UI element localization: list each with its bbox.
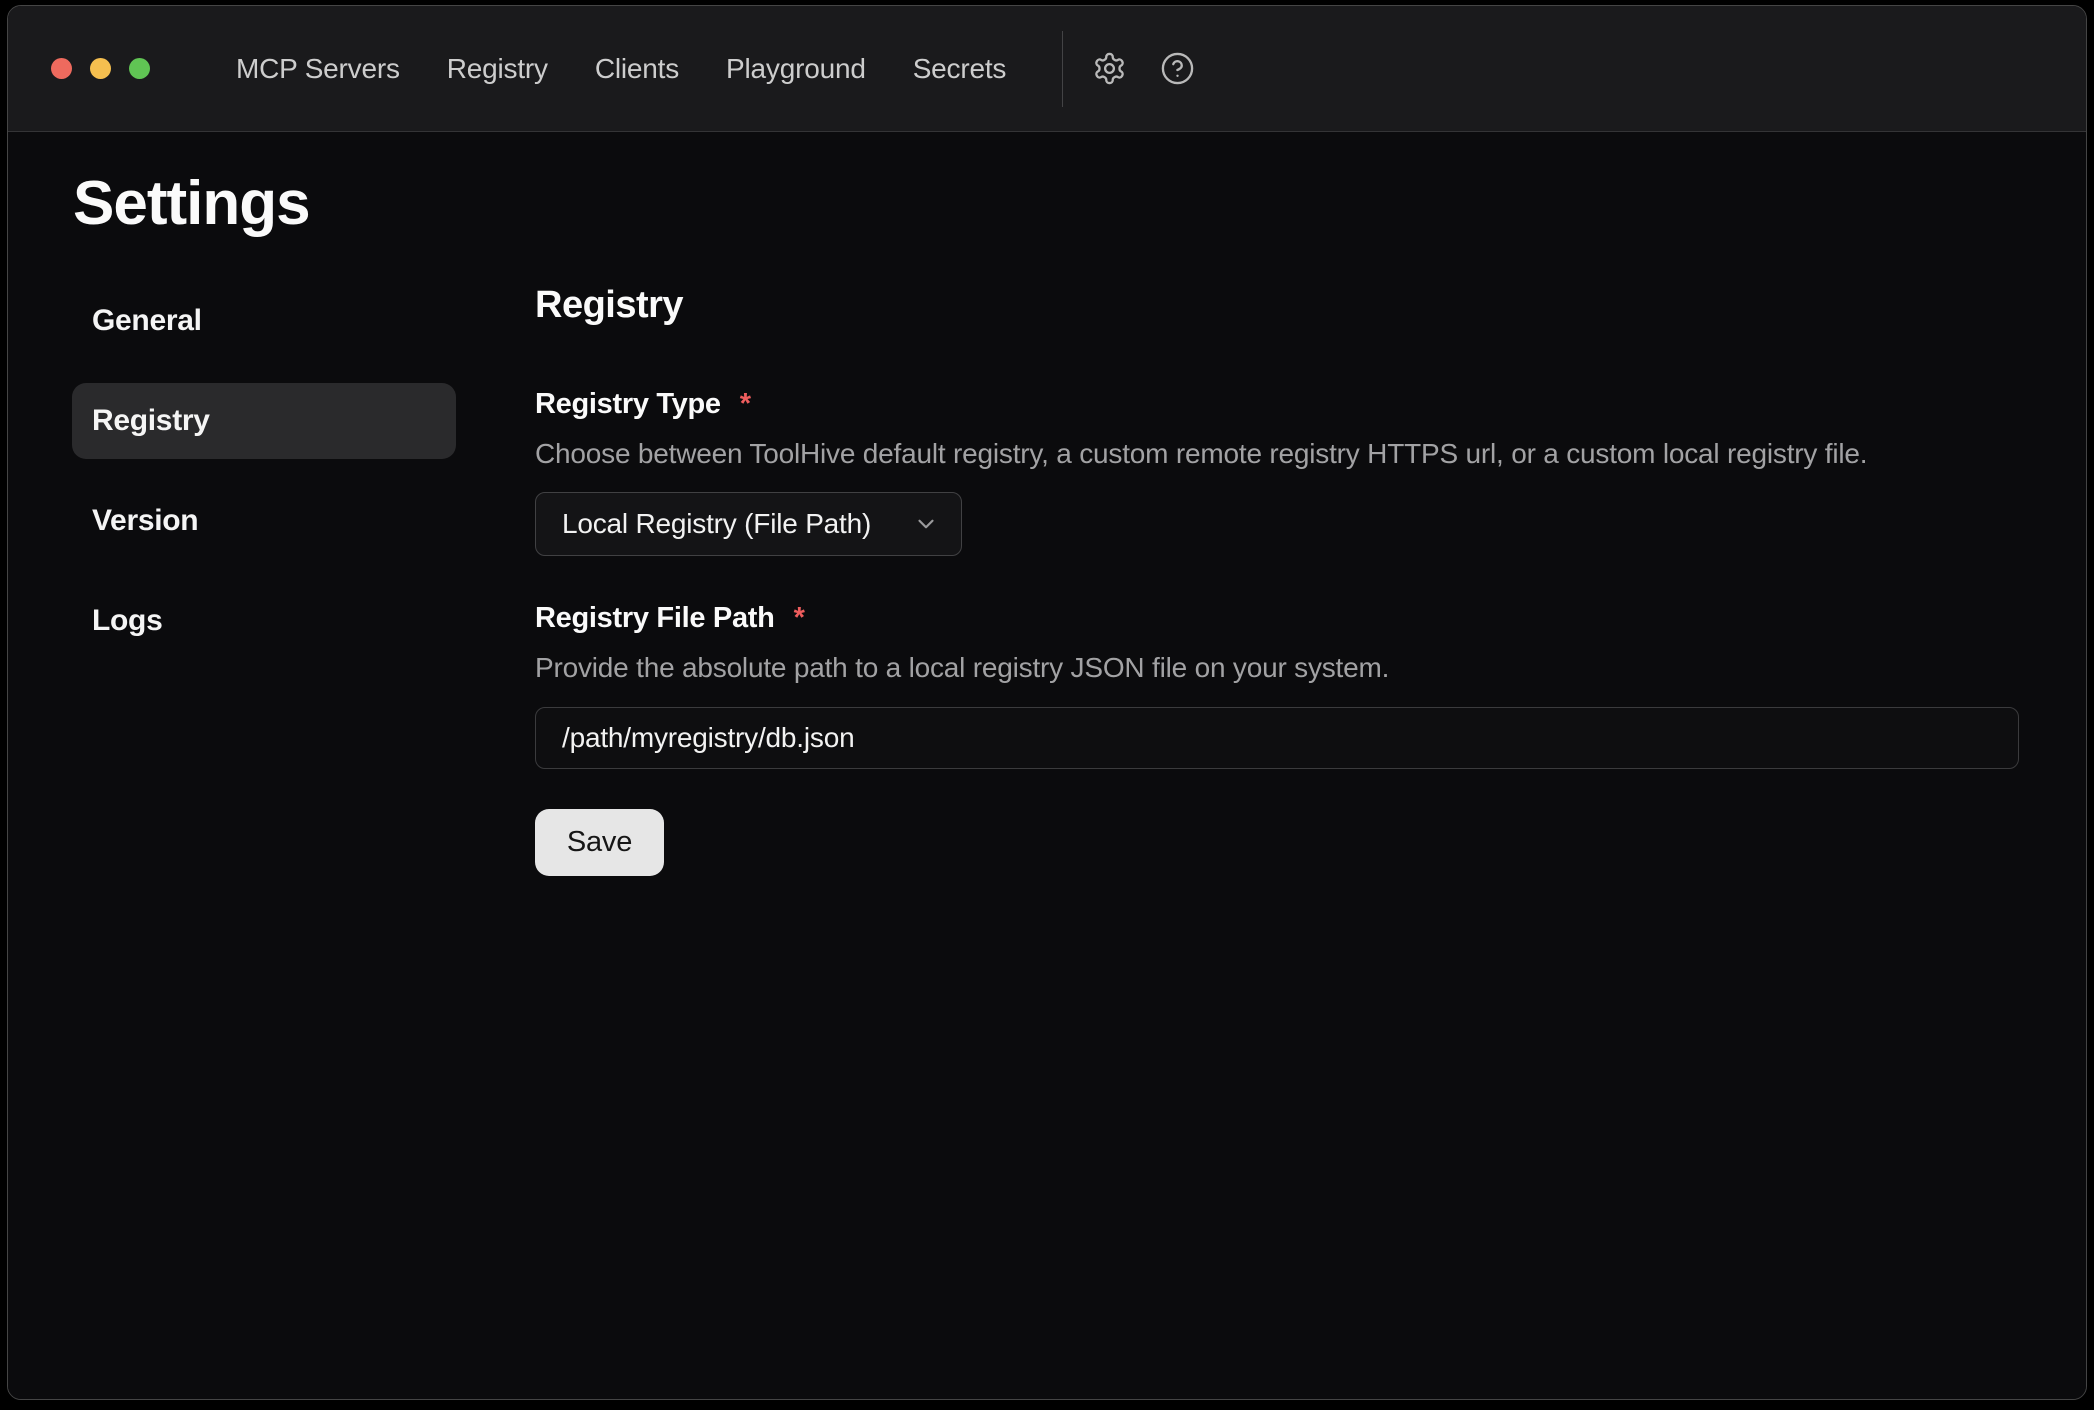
registry-type-label: Registry Type [535,386,721,422]
nav-item-secrets[interactable]: Secrets [913,53,1007,85]
registry-file-path-label: Registry File Path [535,600,775,636]
registry-type-select-value: Local Registry (File Path) [562,508,871,540]
topbar-divider [1062,31,1063,107]
settings-button[interactable] [1089,49,1129,89]
section-title: Registry [535,283,2026,329]
nav-item-mcp-servers[interactable]: MCP Servers [236,53,400,85]
sidebar-item-registry[interactable]: Registry [72,383,456,459]
minimize-window-button[interactable] [90,58,111,79]
registry-file-path-description: Provide the absolute path to a local reg… [535,650,2026,686]
settings-page: Settings General Registry Version Logs R… [8,132,2086,1399]
nav-item-playground[interactable]: Playground [726,53,866,85]
settings-sidebar: General Registry Version Logs [72,283,456,659]
sidebar-item-version[interactable]: Version [72,483,456,559]
app-window: MCP Servers Registry Clients Playground … [7,5,2087,1400]
help-circle-icon [1160,51,1195,86]
close-window-button[interactable] [51,58,72,79]
registry-file-path-input[interactable] [535,707,2019,769]
sidebar-item-general[interactable]: General [72,283,456,359]
registry-settings-panel: Registry Registry Type * Choose between … [535,283,2026,876]
sidebar-item-logs[interactable]: Logs [72,583,456,659]
titlebar: MCP Servers Registry Clients Playground … [8,6,2086,132]
nav-item-clients[interactable]: Clients [595,53,679,85]
registry-file-path-label-row: Registry File Path * [535,600,2026,636]
help-button[interactable] [1157,49,1197,89]
registry-type-label-row: Registry Type * [535,386,2026,422]
save-button[interactable]: Save [535,809,664,876]
chevron-down-icon [913,511,939,537]
registry-type-description: Choose between ToolHive default registry… [535,436,2026,472]
nav-item-registry[interactable]: Registry [447,53,548,85]
zoom-window-button[interactable] [129,58,150,79]
page-title: Settings [73,168,310,239]
gear-icon [1092,51,1127,86]
required-asterisk: * [740,386,751,422]
registry-type-select[interactable]: Local Registry (File Path) [535,492,962,556]
top-navigation: MCP Servers Registry Clients Playground … [236,53,1006,85]
window-controls [51,58,150,79]
desktop: MCP Servers Registry Clients Playground … [0,0,2094,1410]
required-asterisk: * [794,600,805,636]
